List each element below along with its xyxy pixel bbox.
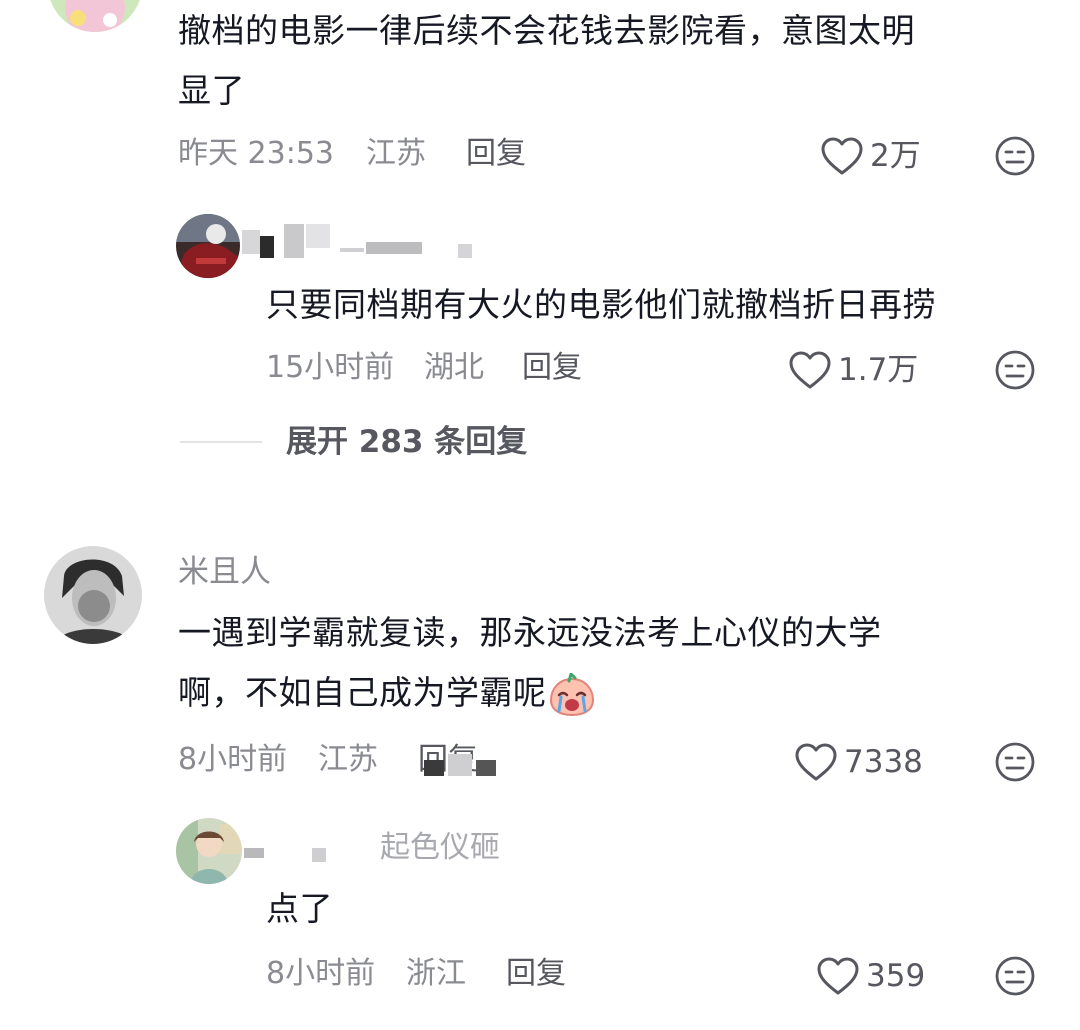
reply-button[interactable]: 回复 [466,134,526,174]
avatar[interactable] [48,0,142,32]
dislike-button[interactable] [994,955,1036,997]
like-button[interactable]: 7338 [794,740,923,784]
username-pixelated [240,222,480,266]
comment-text: 一遇到学霸就复读，那永远没法考上心仪的大学 [178,613,882,652]
like-count: 1.7万 [838,352,919,388]
reply-text: 点了 [266,889,333,928]
reply-button[interactable]: 回复 [418,740,498,780]
like-count: 2万 [870,138,921,174]
avatar[interactable] [176,818,242,884]
comment-time: 8小时前 [178,742,288,777]
avatar[interactable] [44,546,142,644]
comment-text: 显了 [178,71,245,110]
heart-outline-icon [795,743,837,781]
neutral-face-icon [995,350,1035,390]
comment-location: 江苏 [318,742,378,777]
username-partial[interactable]: 起色仪砸 [380,828,500,868]
reply-location: 湖北 [424,350,484,385]
heart-outline-icon [817,957,859,995]
heart-outline-icon [821,137,863,175]
reply-text: 只要同档期有大火的电影他们就撤档折日再捞 [266,285,936,324]
reply-time: 15小时前 [266,350,395,385]
reply-location: 浙江 [406,956,466,991]
expand-replies-button[interactable]: 展开 283 条回复 [286,422,527,462]
username[interactable]: 米且人 [178,552,271,592]
comment-time: 昨天 23:53 [178,136,334,171]
avatar[interactable] [176,214,240,278]
neutral-face-icon [995,136,1035,176]
comment-text: 啊，不如自己成为学霸呢 [178,666,595,720]
neutral-face-icon [995,956,1035,996]
like-button[interactable]: 2万 [820,134,921,178]
dislike-button[interactable] [994,741,1036,783]
crying-face-emoji [549,672,595,717]
dislike-button[interactable] [994,135,1036,177]
reply-time: 8小时前 [266,956,376,991]
reply-button[interactable]: 回复 [506,954,566,994]
dislike-button[interactable] [994,349,1036,391]
like-count: 359 [866,958,926,994]
like-count: 7338 [844,744,923,780]
username-pixelated [242,830,382,870]
like-button[interactable]: 359 [816,954,925,998]
heart-outline-icon [789,351,831,389]
neutral-face-icon [995,742,1035,782]
comment-text: 撤档的电影一律后续不会花钱去影院看，意图太明 [178,11,915,50]
reply-button[interactable]: 回复 [522,348,582,388]
divider [180,441,262,443]
comment-location: 江苏 [366,136,426,171]
like-button[interactable]: 1.7万 [788,348,918,392]
